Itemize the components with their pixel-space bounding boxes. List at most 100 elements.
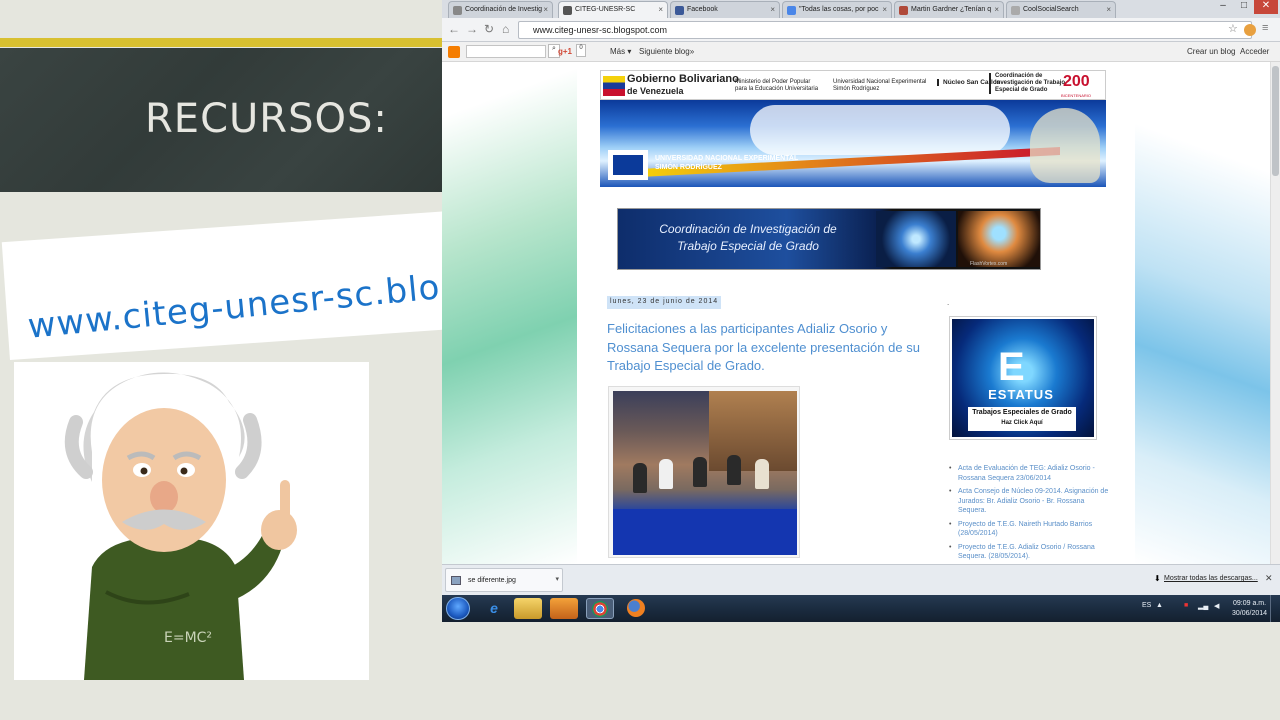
clock-time: 09:09 a.m.	[1232, 600, 1267, 607]
banner-line-2: Trabajo Especial de Grado	[677, 239, 819, 253]
crear-blog-link[interactable]: Crear un blog	[1187, 47, 1235, 56]
download-filename: se diferente.jpg	[468, 577, 516, 584]
back-icon[interactable]: ←	[448, 22, 460, 36]
tab-facebook[interactable]: Facebook ×	[670, 1, 780, 18]
einstein-cartoon: E=MC²	[14, 362, 369, 680]
show-desktop-button[interactable]	[1270, 595, 1280, 622]
sidebar-dot: .	[947, 298, 950, 307]
extension-icon[interactable]	[1244, 24, 1256, 36]
tab-close-icon[interactable]: ×	[994, 5, 999, 14]
clock-date: 30/06/2014	[1232, 610, 1268, 617]
bicentenario-label: BICENTENARIO	[1061, 93, 1092, 98]
network-icon[interactable]: ▂▄	[1198, 602, 1208, 610]
show-all-downloads-link[interactable]: Mostrar todas las descargas...	[1164, 575, 1258, 582]
media-player-icon[interactable]	[550, 598, 578, 619]
google-icon	[787, 6, 796, 15]
chevron-down-icon[interactable]: ▾	[555, 575, 559, 583]
estatus-subtitle: Trabajos Especiales de Grado	[972, 409, 1072, 416]
star-icon[interactable]: ☆	[1228, 22, 1238, 35]
banner-clouds	[750, 105, 1010, 155]
page-icon	[563, 6, 572, 15]
tab-martin-gardner[interactable]: Martin Gardner ¿Tenían q ×	[894, 1, 1004, 18]
coordinacion-label: Coordinación de Investigación de Trabajo…	[989, 73, 1065, 94]
chrome-icon[interactable]	[586, 598, 614, 619]
tab-close-icon[interactable]: ×	[658, 5, 663, 14]
system-clock[interactable]: 09:09 a.m. 30/06/2014	[1232, 599, 1267, 619]
page-icon	[1011, 6, 1020, 15]
firefox-icon[interactable]	[622, 598, 650, 619]
language-indicator[interactable]: ES	[1142, 602, 1151, 609]
gplus-counter: 0	[576, 44, 586, 57]
menu-icon[interactable]: ≡	[1262, 22, 1268, 34]
tab-label: Facebook	[687, 6, 718, 13]
blogger-navbar: ⌕ g+1 0 Más ▾ Siguiente blog» Crear un b…	[442, 42, 1280, 62]
post-photo[interactable]	[608, 386, 800, 558]
internet-explorer-icon[interactable]: e	[480, 598, 508, 619]
tab-close-icon[interactable]: ×	[1106, 5, 1111, 14]
tab-coolsocialsearch[interactable]: CoolSocialSearch ×	[1006, 1, 1116, 18]
page-background-left	[442, 62, 577, 564]
list-item[interactable]: Acta Consejo de Núcleo 09-2014. Asignaci…	[947, 487, 1109, 516]
downloads-bar: se diferente.jpg ▾ ⬇ Mostrar todas las d…	[442, 564, 1280, 595]
estatus-banner[interactable]: E ESTATUS Trabajos Especiales de Grado H…	[949, 316, 1097, 440]
blogger-logo-icon[interactable]	[448, 46, 460, 58]
tab-close-icon[interactable]: ×	[543, 5, 548, 14]
tab-citeg[interactable]: CITEG-UNESR-SC ×	[558, 1, 668, 18]
universidad-label: Universidad Nacional Experimental Simón …	[833, 79, 927, 92]
vertical-scrollbar[interactable]	[1270, 62, 1280, 564]
maximize-button[interactable]: □	[1234, 0, 1254, 14]
list-item[interactable]: Acta de Evaluación de TEG: Adializ Osori…	[947, 464, 1109, 483]
unesr-logo-icon	[608, 150, 648, 180]
simon-rodriguez-portrait	[1030, 108, 1100, 183]
image-file-icon	[451, 576, 461, 585]
galaxy-image	[876, 211, 956, 267]
page-background-right	[1135, 62, 1270, 564]
acceder-link[interactable]: Acceder	[1240, 47, 1269, 56]
minimize-button[interactable]: –	[1212, 0, 1234, 14]
close-window-button[interactable]: ✕	[1254, 0, 1278, 14]
hands-atom-image	[958, 211, 1040, 267]
tab-label: Coordinación de Investig	[465, 6, 543, 13]
tray-expand-icon[interactable]: ▲	[1156, 602, 1163, 609]
blog-content: Gobierno Bolivariano de Venezuela Minist…	[577, 62, 1135, 564]
facebook-icon	[675, 6, 684, 15]
post-title-link[interactable]: Felicitaciones a las participantes Adial…	[607, 320, 937, 376]
home-icon[interactable]: ⌂	[502, 22, 509, 36]
volume-icon[interactable]: ◀	[1214, 602, 1219, 610]
url-input[interactable]: www.citeg-unesr-sc.blogspot.com	[518, 21, 1252, 39]
download-item[interactable]: se diferente.jpg ▾	[445, 568, 563, 592]
siguiente-blog-link[interactable]: Siguiente blog»	[639, 47, 694, 56]
tab-close-icon[interactable]: ×	[882, 5, 887, 14]
tab-label: CoolSocialSearch	[1023, 6, 1079, 13]
list-item[interactable]: Proyecto de T.E.G. Naireth Hurtado Barri…	[947, 520, 1109, 539]
tab-label: Martin Gardner ¿Tenían q	[911, 6, 992, 13]
windows-taskbar: e ES ▲ ■ ▂▄ ◀ 09:09 a.m. 30/06/2014	[442, 595, 1280, 622]
tab-label: "Todas las cosas, por poc	[799, 6, 879, 13]
coordinacion-banner[interactable]: Coordinación de Investigación de Trabajo…	[617, 208, 1041, 270]
reload-icon[interactable]: ↻	[484, 22, 494, 36]
gplus-button[interactable]: g+1	[558, 47, 572, 56]
venezuela-flag-icon	[603, 76, 625, 96]
post-date: lunes, 23 de junio de 2014	[607, 296, 722, 309]
mas-menu[interactable]: Más ▾	[610, 47, 631, 56]
tab-google-search[interactable]: "Todas las cosas, por poc ×	[782, 1, 892, 18]
security-flag-icon[interactable]: ■	[1184, 602, 1188, 609]
person-figure	[727, 455, 741, 485]
url-text: www.citeg-unesr-sc.blogspot.com	[533, 25, 668, 35]
forward-icon[interactable]: →	[466, 22, 478, 36]
blog-search-input[interactable]	[466, 45, 546, 58]
file-explorer-icon[interactable]	[514, 598, 542, 619]
scroll-thumb[interactable]	[1272, 66, 1279, 176]
tab-close-icon[interactable]: ×	[770, 5, 775, 14]
university-name: UNIVERSIDAD NACIONAL EXPERIMENTAL SIMÓN …	[655, 155, 799, 171]
download-arrow-icon: ⬇	[1154, 574, 1161, 583]
start-button[interactable]	[446, 597, 470, 620]
person-figure	[693, 457, 707, 487]
gov-title: Gobierno Bolivariano	[627, 73, 739, 85]
estatus-title: ESTATUS	[988, 387, 1054, 402]
page-icon	[899, 6, 908, 15]
close-icon[interactable]: ✕	[1265, 573, 1273, 584]
blue-table-in-photo	[613, 509, 797, 555]
list-item[interactable]: Proyecto de T.E.G. Adializ Osorio / Ross…	[947, 543, 1109, 562]
tab-coordinacion[interactable]: Coordinación de Investig ×	[448, 1, 553, 18]
